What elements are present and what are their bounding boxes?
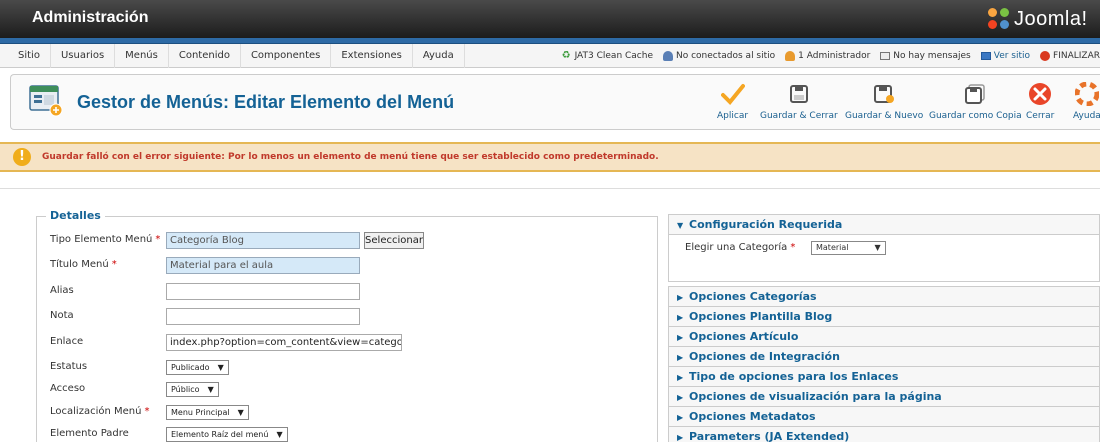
close-icon: [1027, 81, 1053, 107]
select-button[interactable]: Seleccionar: [364, 232, 424, 249]
menu-title-input[interactable]: Material para el aula: [166, 257, 360, 274]
menu-ayuda[interactable]: Ayuda: [413, 44, 465, 68]
recycle-icon: ♻: [561, 50, 571, 61]
status-select[interactable]: Publicado ▼: [166, 360, 229, 375]
alias-input[interactable]: [166, 283, 360, 300]
menu-item-type-input[interactable]: Categoría Blog: [166, 232, 360, 249]
menu-location-select[interactable]: Menu Principal ▼: [166, 405, 249, 420]
triangle-right-icon: ▶: [677, 373, 684, 382]
page-title: Gestor de Menús: Editar Elemento del Men…: [77, 92, 455, 112]
status-bar: ♻ JAT3 Clean Cache No conectados al siti…: [562, 44, 1100, 68]
toolbar: Gestor de Menús: Editar Elemento del Men…: [10, 74, 1100, 130]
joomla-logo-text: Joomla!: [1014, 7, 1088, 30]
field-alias: Alias: [50, 283, 650, 301]
user-icon: [663, 51, 673, 61]
accordion-link-type-options[interactable]: ▶ Tipo de opciones para los Enlaces: [668, 366, 1100, 387]
accordion-category-options[interactable]: ▶ Opciones Categorías: [668, 286, 1100, 307]
save-copy-button[interactable]: Guardar como Copia: [929, 81, 1022, 121]
options-panel: ▼ Configuración Requerida Elegir una Cate…: [668, 214, 1100, 442]
checkmark-icon: [720, 81, 746, 107]
menu-manager-icon: [29, 85, 63, 117]
accordion-integration-options[interactable]: ▶ Opciones de Integración: [668, 346, 1100, 367]
menu-list: Sitio Usuarios Menús Contenido Component…: [8, 44, 465, 68]
menu-usuarios[interactable]: Usuarios: [51, 44, 116, 68]
triangle-down-icon: ▼: [677, 221, 684, 230]
category-select[interactable]: Material ▼: [811, 241, 886, 255]
help-lifebuoy-icon: [1074, 81, 1100, 107]
required-config-body: Elegir una Categoría * Material ▼: [668, 235, 1100, 282]
save-icon: [786, 81, 812, 107]
error-message: Guardar falló con el error siguiente: Po…: [42, 152, 659, 162]
dropdown-arrow-icon: ▼: [207, 385, 214, 394]
field-menu-title: Título Menú * Material para el aula: [50, 257, 650, 275]
status-view-site[interactable]: Ver sitio: [980, 51, 1030, 61]
field-menu-item-type: Tipo Elemento Menú * Categoría Blog Selec…: [50, 232, 650, 250]
details-legend: Detalles: [46, 209, 105, 222]
field-link: Enlace index.php?option=com_content&view…: [50, 334, 650, 352]
error-message-bar: ! Guardar falló con el error siguiente: …: [0, 142, 1100, 172]
save-copy-icon: [962, 81, 988, 107]
dropdown-arrow-icon: ▼: [237, 408, 244, 417]
admin-user-icon: [785, 51, 796, 61]
accordion-blog-layout[interactable]: ▶ Opciones Plantilla Blog: [668, 306, 1100, 327]
menu-sitio[interactable]: Sitio: [8, 44, 51, 68]
message-icon: [880, 52, 891, 60]
field-menu-location: Localización Menú * Menu Principal ▼: [50, 404, 650, 422]
accordion-metadata-options[interactable]: ▶ Opciones Metadatos: [668, 406, 1100, 427]
accordion-page-display-options[interactable]: ▶ Opciones de visualización para la págin…: [668, 386, 1100, 407]
dropdown-arrow-icon: ▼: [276, 430, 283, 439]
main-menubar: Sitio Usuarios Menús Contenido Component…: [0, 44, 1100, 68]
note-input[interactable]: [166, 308, 360, 325]
status-clean-cache[interactable]: ♻ JAT3 Clean Cache: [561, 50, 653, 62]
triangle-right-icon: ▶: [677, 393, 684, 402]
field-access: Acceso Público ▼: [50, 381, 650, 399]
accordion-article-options[interactable]: ▶ Opciones Artículo: [668, 326, 1100, 347]
joomla-logo-icon: [988, 8, 1010, 30]
logout-icon: [1040, 51, 1051, 61]
save-close-button[interactable]: Guardar & Cerrar: [760, 81, 838, 121]
triangle-right-icon: ▶: [677, 293, 684, 302]
admin-title: Administración: [32, 9, 149, 26]
save-new-button[interactable]: Guardar & Nuevo: [845, 81, 923, 121]
triangle-right-icon: ▶: [677, 313, 684, 322]
status-visitors: No conectados al sitio: [663, 51, 775, 61]
access-select[interactable]: Público ▼: [166, 382, 219, 397]
warning-icon: !: [13, 148, 31, 166]
field-parent-item: Elemento Padre Elemento Raíz del menú ▼: [50, 426, 650, 442]
triangle-right-icon: ▶: [677, 413, 684, 422]
joomla-logo[interactable]: Joomla!: [988, 6, 1088, 32]
status-messages[interactable]: No hay mensajes: [880, 51, 971, 61]
triangle-right-icon: ▶: [677, 433, 684, 442]
dropdown-arrow-icon: ▼: [217, 363, 224, 372]
parent-item-select[interactable]: Elemento Raíz del menú ▼: [166, 427, 288, 442]
field-status: Estatus Publicado ▼: [50, 359, 650, 377]
field-note: Nota: [50, 308, 650, 326]
menu-componentes[interactable]: Componentes: [241, 44, 332, 68]
apply-button[interactable]: Aplicar: [717, 81, 748, 121]
triangle-right-icon: ▶: [677, 353, 684, 362]
save-new-icon: [871, 81, 897, 107]
monitor-icon: [980, 52, 991, 60]
accordion-ja-extended[interactable]: ▶ Parameters (JA Extended): [668, 426, 1100, 442]
top-header: Administración Joomla!: [0, 0, 1100, 38]
dropdown-arrow-icon: ▼: [874, 243, 881, 252]
accordion-required-config[interactable]: ▼ Configuración Requerida: [668, 214, 1100, 235]
triangle-right-icon: ▶: [677, 333, 684, 342]
menu-extensiones[interactable]: Extensiones: [331, 44, 413, 68]
status-logout[interactable]: FINALIZAR: [1040, 51, 1100, 61]
accordion-list: ▶ Opciones Categorías ▶ Opciones Plantilla…: [668, 286, 1100, 442]
menu-menus[interactable]: Menús: [115, 44, 169, 68]
link-input[interactable]: index.php?option=com_content&view=catego…: [166, 334, 402, 351]
menu-contenido[interactable]: Contenido: [169, 44, 241, 68]
status-admins: 1 Administrador: [785, 51, 870, 61]
close-button[interactable]: Cerrar: [1026, 81, 1054, 121]
help-button[interactable]: Ayuda: [1073, 81, 1100, 121]
